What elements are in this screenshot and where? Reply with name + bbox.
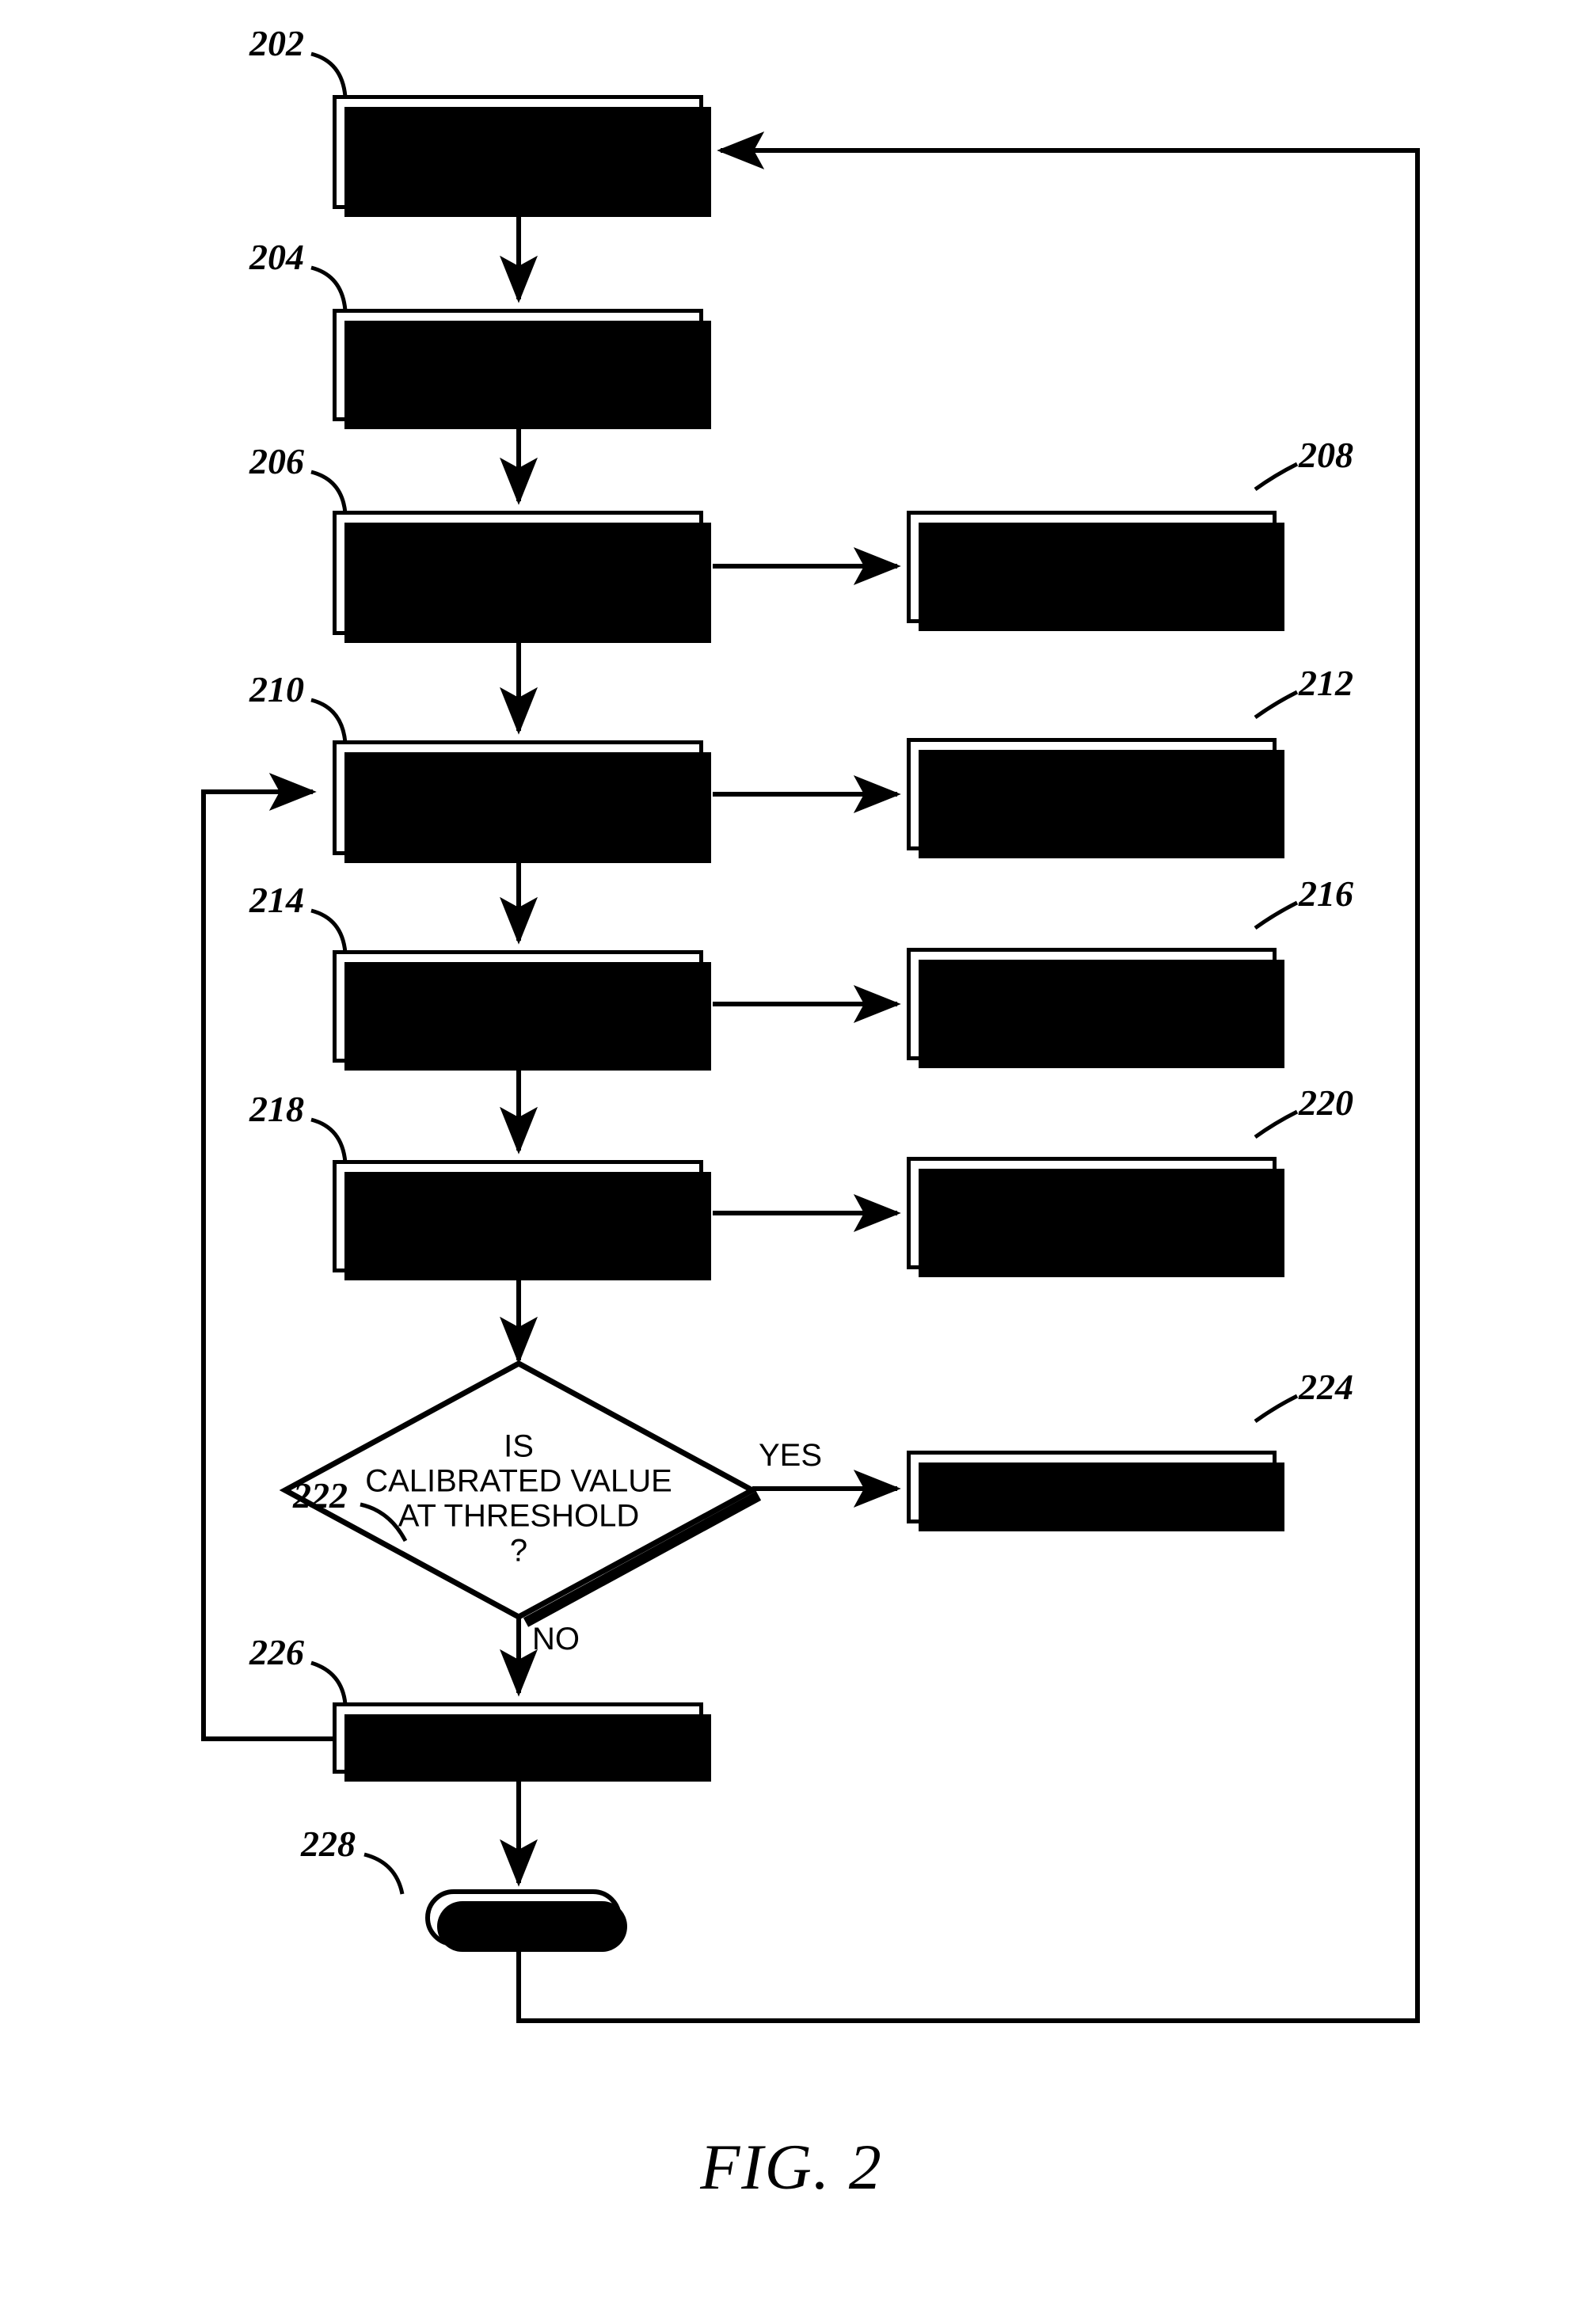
node-210-determine-transfer-rate[interactable]: DETERMINE TRANSFER RATE xyxy=(333,740,711,863)
node-210-label: DETERMINE TRANSFER RATE xyxy=(386,762,650,833)
ref-numeral-212: 212 xyxy=(1299,663,1353,703)
ref-numeral-206: 206 xyxy=(249,441,304,481)
node-218-label: GENERATE CALIBRATED VALUE xyxy=(363,1181,673,1251)
node-214-label: AVERAGE TRANSFER RATE xyxy=(386,971,650,1041)
node-202-indicate-wireless-link-quality[interactable]: INDICATE WIRELESS LINK QUALITY xyxy=(333,95,711,217)
node-212-label: ANNUNCIATE TRANSFER RATE xyxy=(960,759,1223,829)
ref-numeral-222: 222 xyxy=(293,1475,348,1516)
node-228-label: END xyxy=(489,1900,557,1935)
node-202-label: INDICATE WIRELESS LINK QUALITY xyxy=(357,116,679,187)
ref-numeral-218: 218 xyxy=(249,1089,304,1129)
node-208-annunciate-maxthroughput[interactable]: ANNUNCIATE MAXTHROUGHPUT xyxy=(907,511,1284,631)
ref-numeral-216: 216 xyxy=(1299,873,1353,914)
ref-numeral-204: 204 xyxy=(249,237,304,277)
edge-label-yes: YES xyxy=(759,1438,823,1473)
node-206-receive-message-maxthroughput[interactable]: RECEIVE MESSAGE RE: MAXTHROUGHPUT xyxy=(333,511,711,643)
node-216-label: ANNUNCIATE AVERAGED RATE xyxy=(958,968,1225,1039)
ref-numeral-224: 224 xyxy=(1299,1367,1353,1407)
ref-numeral-220: 220 xyxy=(1299,1082,1353,1123)
node-226-label: CONTINUE xyxy=(434,1720,602,1755)
node-206-label: RECEIVE MESSAGE RE: MAXTHROUGHPUT xyxy=(371,519,665,626)
ref-numeral-208: 208 xyxy=(1299,435,1353,475)
node-204-begin-transfer-transaction[interactable]: BEGIN TRANSFER TRANSACTION xyxy=(333,309,711,429)
node-222-label: IS CALIBRATED VALUE AT THRESHOLD ? xyxy=(365,1428,672,1569)
flowchart-connectors xyxy=(201,51,1420,2023)
node-222-is-calibrated-value-at-threshold[interactable]: IS CALIBRATED VALUE AT THRESHOLD ? xyxy=(285,1364,752,1617)
figure-caption: FIG. 2 xyxy=(700,2131,883,2203)
node-228-end-terminator[interactable]: END xyxy=(425,1889,627,1952)
ref-numeral-214: 214 xyxy=(249,880,304,920)
node-218-generate-calibrated-value[interactable]: GENERATE CALIBRATED VALUE xyxy=(333,1160,711,1280)
figure-page: INDICATE WIRELESS LINK QUALITY BEGIN TRA… xyxy=(0,0,1583,2324)
node-226-continue[interactable]: CONTINUE xyxy=(333,1702,711,1782)
node-220-annunciate-calibrated-rate[interactable]: ANNUNCIATE CALIBRATED RATE xyxy=(907,1157,1284,1277)
node-214-average-transfer-rate[interactable]: AVERAGE TRANSFER RATE xyxy=(333,950,711,1071)
ref-numeral-228: 228 xyxy=(301,1824,356,1864)
ref-numeral-202: 202 xyxy=(249,23,304,63)
node-204-label: BEGIN TRANSFER TRANSACTION xyxy=(378,329,658,400)
node-220-label: ANNUNCIATE CALIBRATED RATE xyxy=(946,1177,1237,1248)
node-224-trigger-alarm[interactable]: TRIGGER ALARM xyxy=(907,1451,1284,1531)
node-208-label: ANNUNCIATE MAXTHROUGHPUT xyxy=(944,531,1239,602)
node-212-annunciate-transfer-rate[interactable]: ANNUNCIATE TRANSFER RATE xyxy=(907,738,1284,858)
node-224-label: TRIGGER ALARM xyxy=(960,1469,1223,1504)
ref-numeral-210: 210 xyxy=(249,669,304,709)
ref-numeral-226: 226 xyxy=(249,1632,304,1672)
node-216-annunciate-averaged-rate[interactable]: ANNUNCIATE AVERAGED RATE xyxy=(907,948,1284,1068)
edge-label-no: NO xyxy=(532,1622,580,1656)
